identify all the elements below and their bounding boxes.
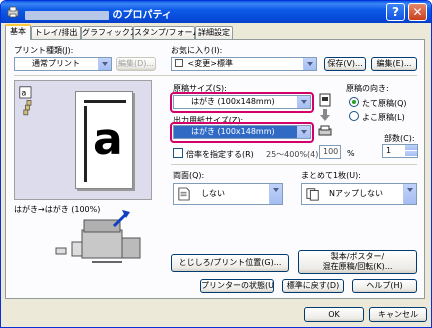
cancel-button[interactable]: キャンセル	[369, 307, 427, 322]
page-size-icon	[319, 93, 331, 107]
copies-label: 部数(C):	[384, 134, 415, 143]
portrait-radio[interactable]	[349, 97, 359, 107]
scale-unit: %	[347, 149, 355, 158]
ok-button[interactable]: OK	[304, 307, 364, 322]
output-size-value: はがき (100x148mm)	[191, 127, 275, 136]
print-type-value: 通常プリント	[32, 59, 80, 68]
favorites-value: <変更>標準	[187, 59, 233, 68]
window-title: のプロパティ	[112, 10, 172, 21]
layout-preview: a a	[14, 80, 152, 200]
copies-spin-buttons[interactable]	[405, 145, 417, 157]
original-size-value: はがき (100x148mm)	[191, 97, 275, 106]
chevron-down-icon	[98, 58, 111, 70]
favorites-select[interactable]: <変更>標準	[171, 57, 317, 71]
tab-stamp-form[interactable]: スタンプ/フォーム	[133, 26, 200, 39]
chevron-down-icon	[403, 184, 416, 204]
title-bar: のプロパティ ? ✕	[1, 1, 431, 23]
print-type-label: プリント種類(J):	[14, 46, 74, 55]
preview-top-rule	[84, 100, 126, 103]
redacted-printer-name	[25, 10, 109, 20]
scale-value: 100	[323, 147, 339, 156]
favorites-save-button[interactable]: 保存(V)...	[324, 57, 366, 71]
preview-page: a	[75, 91, 133, 189]
chevron-down-icon	[297, 126, 310, 138]
nup-pages-icon	[306, 188, 319, 201]
svg-text:a: a	[21, 89, 26, 98]
printer-icon	[7, 6, 19, 18]
tab-basic[interactable]: 基本	[5, 24, 31, 40]
scale-range-label: 25〜400%(4):	[266, 150, 322, 159]
arrow-down-icon	[320, 109, 330, 121]
landscape-radio[interactable]	[349, 111, 359, 121]
help-title-button[interactable]: ?	[386, 3, 405, 21]
duplex-label: 両面(Q):	[173, 171, 205, 180]
landscape-label: よこ原稿(L)	[362, 113, 405, 122]
properties-window: のプロパティ ? ✕ 基本 トレイ/排出 グラフィックス スタンプ/フォーム 詳…	[0, 0, 432, 328]
help-button[interactable]: ヘルプ(H)	[352, 279, 417, 293]
tab-tray-output[interactable]: トレイ/排出	[31, 26, 81, 39]
orientation-label: 原稿の向き:	[346, 84, 389, 93]
scale-input[interactable]: 100	[319, 145, 341, 159]
chevron-down-icon	[303, 58, 316, 70]
chevron-down-icon	[269, 184, 282, 204]
original-size-select[interactable]: はがき (100x148mm)	[173, 95, 311, 109]
scale-label: 倍率を指定する(R)	[186, 150, 254, 159]
close-button[interactable]: ✕	[408, 3, 427, 21]
printer-machine-illustration	[55, 210, 141, 263]
divider	[171, 164, 417, 165]
favorites-edit-button[interactable]: 編集(E)...	[371, 57, 417, 71]
copies-stepper[interactable]: 1	[382, 144, 418, 158]
duplex-select[interactable]: しない	[173, 183, 283, 205]
restore-defaults-button[interactable]: 標準に戻す(D)	[282, 279, 344, 293]
output-size-select[interactable]: はがき (100x148mm)	[173, 125, 311, 139]
printer-output-icon	[318, 125, 332, 136]
binding-position-button[interactable]: とじしろ/プリント位置(G)...	[171, 254, 289, 272]
copies-value: 1	[386, 146, 392, 155]
nup-label: まとめて1枚(U):	[301, 171, 361, 180]
print-type-edit-button[interactable]: 編集(D)...	[116, 57, 156, 71]
portrait-label: たて原稿(Q)	[362, 99, 407, 108]
favorite-star-icon	[175, 59, 183, 67]
booklet-poster-button[interactable]: 製本/ポスター/ 混在原稿/回転(K)...	[298, 250, 417, 274]
printer-status-button[interactable]: プリンターの状態(U)	[200, 279, 274, 293]
document-icon	[178, 187, 190, 201]
chevron-down-icon	[297, 96, 310, 108]
scale-checkbox[interactable]	[173, 148, 183, 158]
paper-stack-icon: a	[19, 86, 32, 116]
basic-panel: プリント種類(J): 通常プリント 編集(D)... お気に入り(I): <変更…	[5, 39, 425, 299]
favorites-label: お気に入り(I):	[171, 46, 223, 55]
print-type-select[interactable]: 通常プリント	[14, 57, 112, 71]
tab-graphics[interactable]: グラフィックス	[81, 26, 138, 39]
preview-letter: a	[93, 114, 123, 165]
preview-left-rule	[84, 106, 87, 182]
nup-select[interactable]: Nアップしない	[301, 183, 417, 205]
divider	[14, 75, 417, 76]
tab-advanced[interactable]: 詳細設定	[195, 26, 233, 39]
